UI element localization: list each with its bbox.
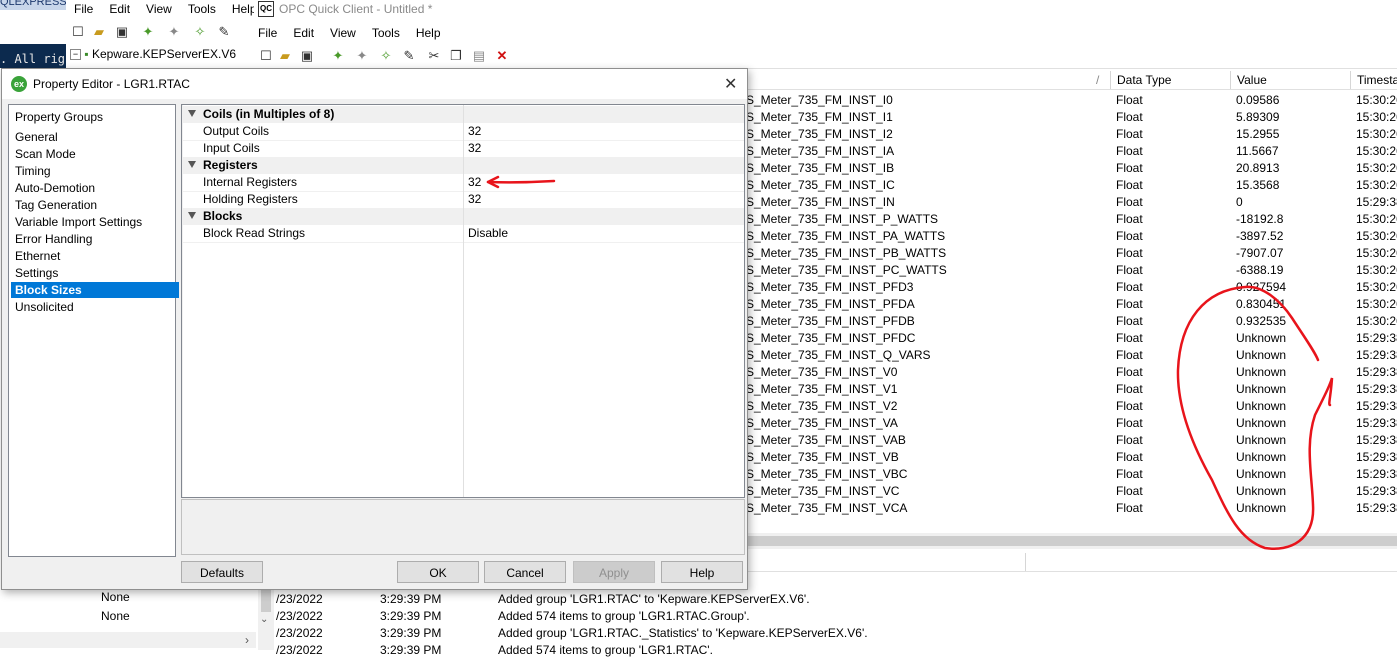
- red-annotation-layer: [486, 175, 1334, 550]
- red-arrow-annotation: [486, 175, 556, 189]
- red-circle-annotation: [1176, 285, 1334, 550]
